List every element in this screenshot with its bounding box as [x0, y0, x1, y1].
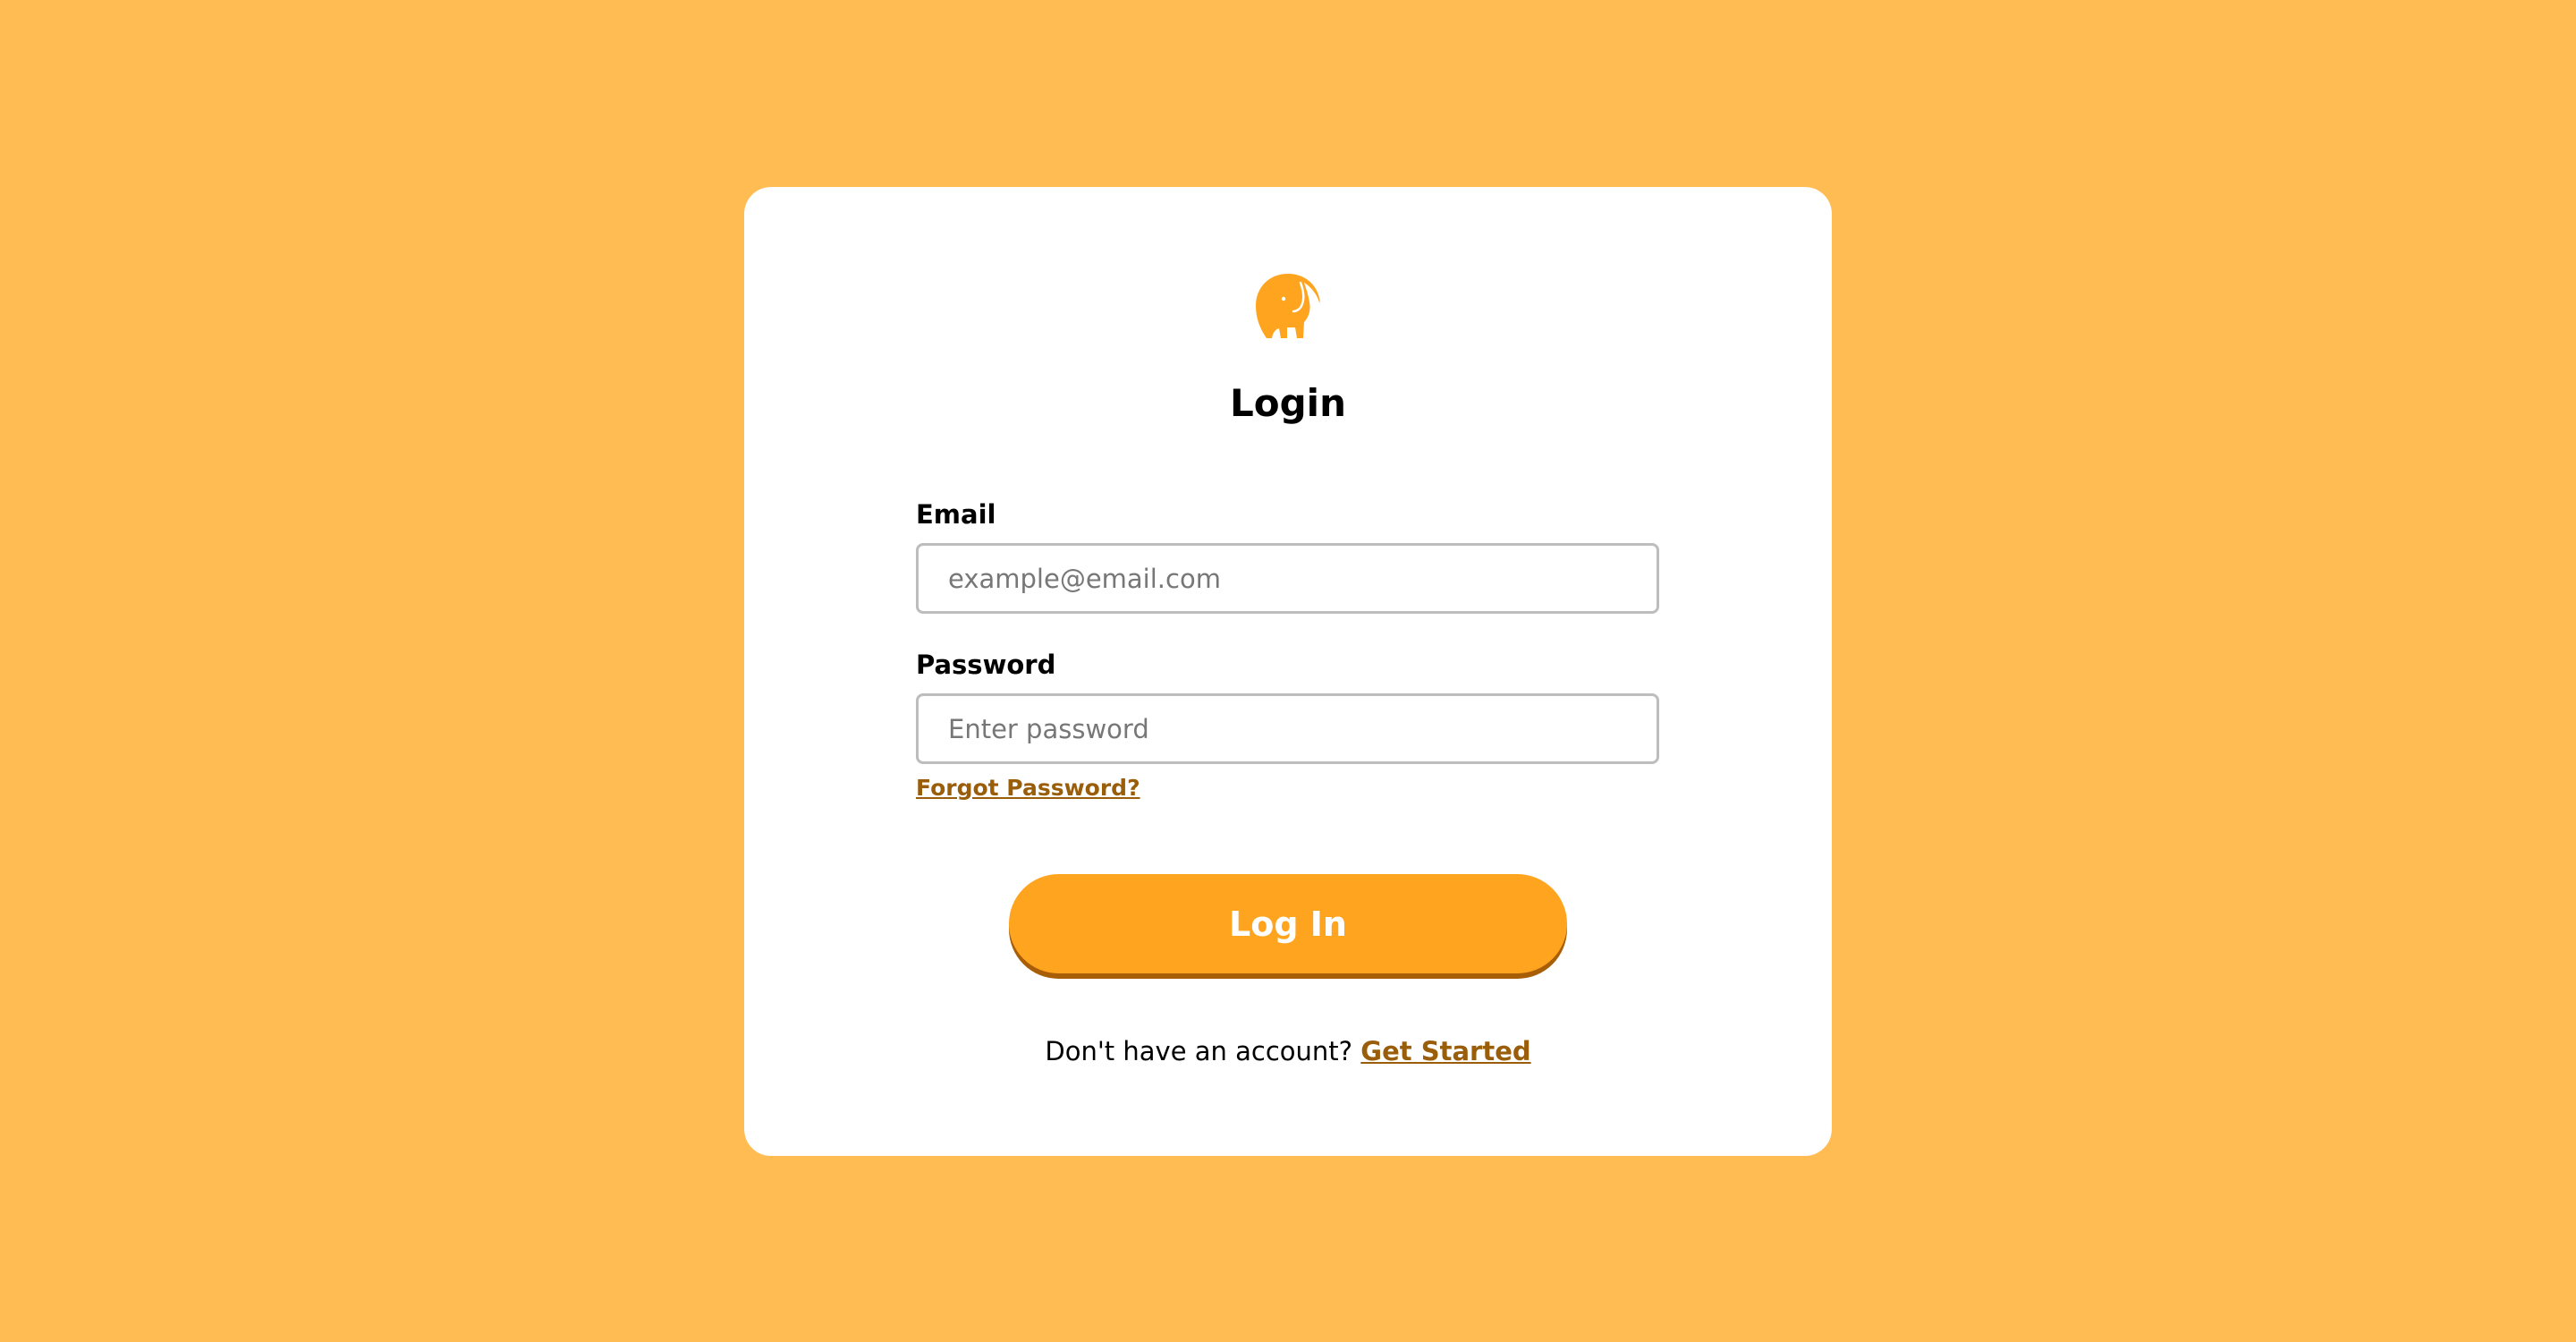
signup-prompt-line: Don't have an account? Get Started — [744, 1036, 1832, 1067]
password-input[interactable] — [916, 693, 1659, 764]
login-page: Login Email Password Forgot Password? Lo… — [0, 0, 2576, 1342]
email-label: Email — [916, 499, 996, 530]
login-button[interactable]: Log In — [1009, 874, 1567, 973]
get-started-link[interactable]: Get Started — [1360, 1036, 1530, 1066]
password-label: Password — [916, 650, 1056, 680]
forgot-password-link[interactable]: Forgot Password? — [916, 775, 1140, 801]
login-title: Login — [1230, 381, 1346, 425]
signup-prompt-text: Don't have an account? — [1045, 1036, 1361, 1066]
email-input[interactable] — [916, 543, 1659, 614]
login-card: Login Email Password Forgot Password? Lo… — [744, 187, 1832, 1156]
elephant-icon — [1254, 272, 1322, 340]
